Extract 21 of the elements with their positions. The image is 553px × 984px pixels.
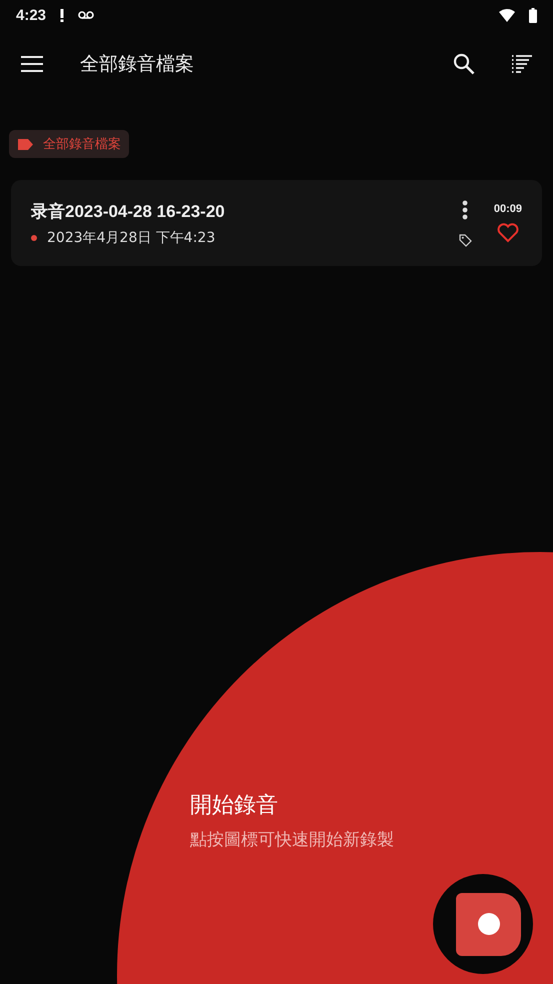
favorite-button[interactable] xyxy=(496,223,519,243)
voicemail-icon xyxy=(78,11,94,19)
recording-duration: 00:09 xyxy=(494,203,522,215)
filter-chip[interactable]: 全部錄音檔案 xyxy=(9,130,129,158)
search-button[interactable] xyxy=(453,53,475,75)
battery-icon xyxy=(529,8,537,22)
alert-icon xyxy=(60,8,64,22)
recording-date: 2023年4月28日 下午4:23 xyxy=(47,228,216,246)
tutorial-subtitle: 點按圖標可快速開始新錄製 xyxy=(190,829,394,851)
wifi-icon xyxy=(499,8,515,22)
filter-chip-label: 全部錄音檔案 xyxy=(43,136,121,153)
label-icon xyxy=(17,138,33,150)
menu-button[interactable] xyxy=(20,55,44,73)
app-bar-title: 全部錄音檔案 xyxy=(80,52,195,77)
tag-button[interactable] xyxy=(458,234,472,246)
sort-button[interactable] xyxy=(511,54,533,74)
recording-title: 录音2023-04-28 16-23-20 xyxy=(31,200,226,222)
tutorial-title: 開始錄音 xyxy=(190,792,279,820)
more-options-button[interactable] xyxy=(462,200,468,220)
recording-card[interactable]: 录音2023-04-28 16-23-20 2023年4月28日 下午4:23 00:09 xyxy=(11,180,542,266)
status-time: 4:23 xyxy=(16,6,46,24)
